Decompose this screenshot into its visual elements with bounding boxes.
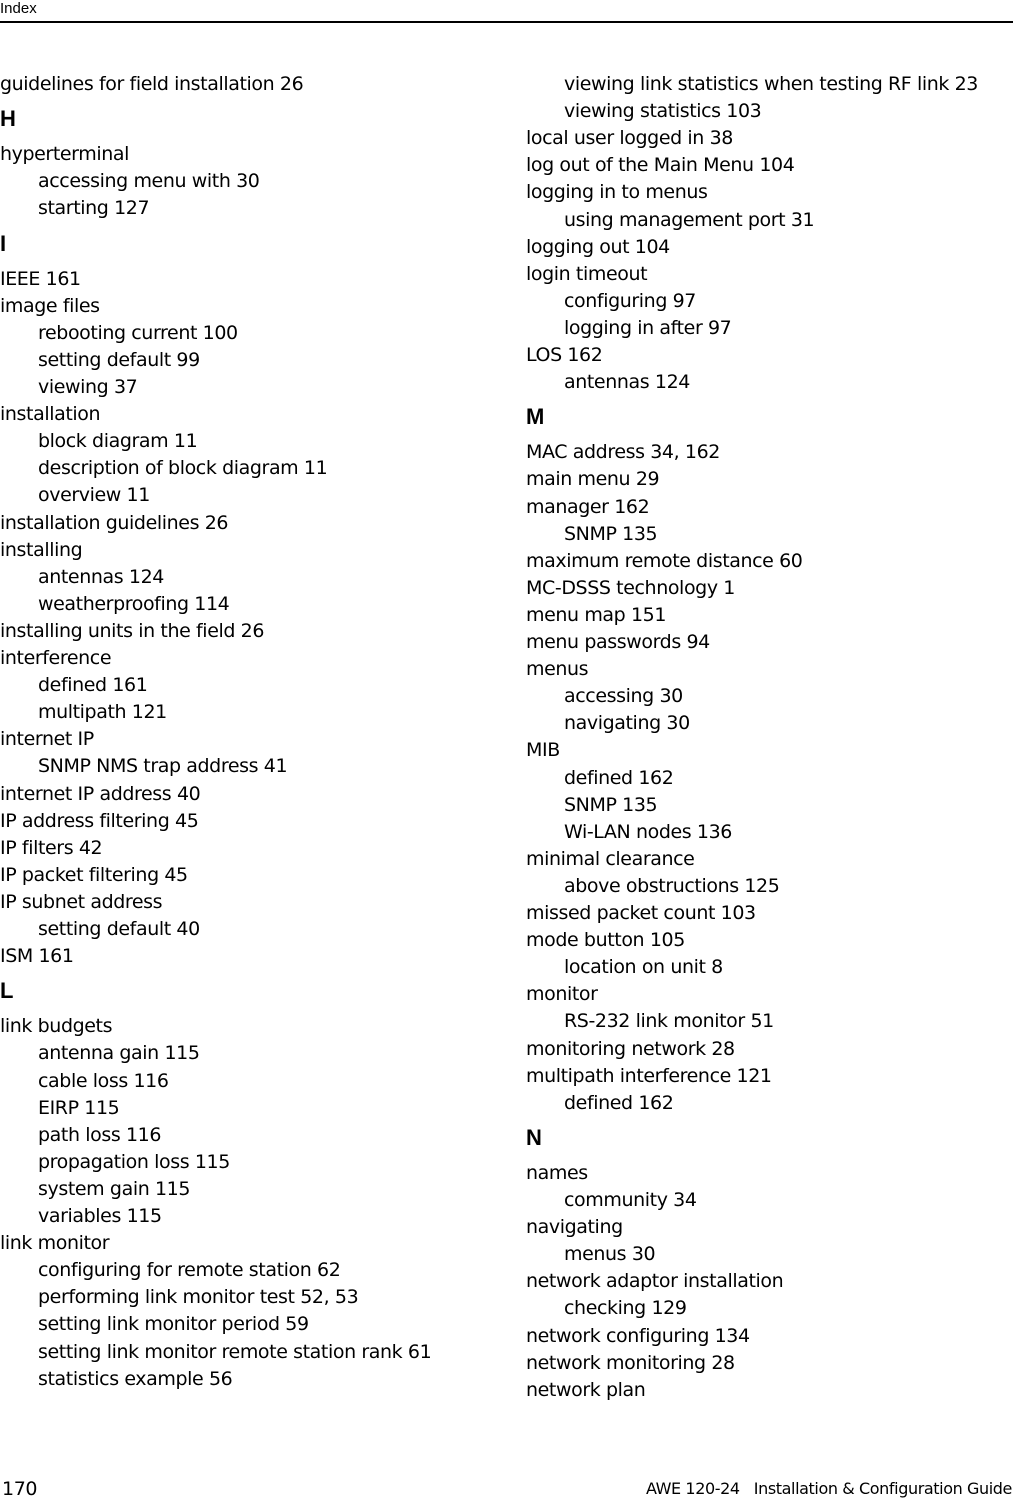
index-subentry: cable loss 116 <box>38 1069 169 1092</box>
index-subentry: propagation loss 115 <box>38 1150 230 1173</box>
index-entry: guidelines for field installation 26 <box>0 73 304 95</box>
index-subentry: configuring 97 <box>564 289 696 312</box>
running-header-title: Index <box>0 0 37 17</box>
index-subentry: using management port 31 <box>564 208 815 231</box>
index-subentry: SNMP NMS trap address 41 <box>38 755 288 778</box>
index-subentry: community 34 <box>564 1189 697 1211</box>
index-subentry: navigating 30 <box>564 712 690 735</box>
index-subentry: viewing statistics 103 <box>564 100 762 123</box>
index-subentry: defined 162 <box>564 766 674 789</box>
index-entry: menu passwords 94 <box>526 631 710 653</box>
page-number: 170 <box>2 1478 38 1500</box>
index-entry: internet IP <box>0 728 94 751</box>
index-subentry: defined 161 <box>38 674 148 697</box>
index-subentry: accessing 30 <box>564 685 683 708</box>
index-subentry: system gain 115 <box>38 1177 191 1200</box>
index-letter-heading: M <box>526 404 545 430</box>
index-entry: installing units in the field 26 <box>0 619 265 642</box>
index-subentry: setting link monitor period 59 <box>38 1313 309 1336</box>
index-entry: IEEE 161 <box>0 267 81 290</box>
index-entry: menus <box>526 658 589 681</box>
index-subentry: SNMP 135 <box>564 793 658 816</box>
index-entry: network adaptor installation <box>526 1270 784 1293</box>
index-subentry: viewing link statistics when testing RF … <box>564 73 978 95</box>
index-subentry: SNMP 135 <box>564 522 658 545</box>
index-entry: ISM 161 <box>0 945 74 968</box>
index-entry: minimal clearance <box>526 847 695 870</box>
index-entry: logging out 104 <box>526 235 670 258</box>
index-subentry: Wi-LAN nodes 136 <box>564 820 732 843</box>
index-entry: link monitor <box>0 1232 110 1255</box>
index-entry: network monitoring 28 <box>526 1351 735 1374</box>
index-entry: MC-DSSS technology 1 <box>526 576 735 599</box>
index-letter-heading: N <box>526 1124 542 1150</box>
index-subentry: weatherproofing 114 <box>38 592 230 615</box>
index-entry: monitor <box>526 983 598 1006</box>
index-entry: maximum remote distance 60 <box>526 549 803 572</box>
index-letter-heading: L <box>0 978 14 1004</box>
index-subentry: overview 11 <box>38 484 150 507</box>
index-entry: IP address filtering 45 <box>0 809 199 832</box>
index-letter-heading: H <box>0 106 16 132</box>
index-entry: monitoring network 28 <box>526 1037 735 1060</box>
index-subentry: starting 127 <box>38 197 150 220</box>
index-entry: network configuring 134 <box>526 1324 750 1347</box>
index-entry: installation guidelines 26 <box>0 511 229 534</box>
index-entry: main menu 29 <box>526 468 660 491</box>
index-letter-heading: I <box>0 230 7 256</box>
index-entry: navigating <box>526 1216 623 1239</box>
index-subentry: setting default 99 <box>38 348 200 371</box>
index-subentry: RS-232 link monitor 51 <box>564 1010 774 1033</box>
index-entry: installing <box>0 538 83 561</box>
index-subentry: location on unit 8 <box>564 956 723 979</box>
index-subentry: antennas 124 <box>564 371 690 394</box>
index-entry: internet IP address 40 <box>0 782 201 805</box>
index-subentry: statistics example 56 <box>38 1367 233 1390</box>
index-entry: LOS 162 <box>526 344 603 366</box>
index-subentry: configuring for remote station 62 <box>38 1259 341 1282</box>
index-entry: installation <box>0 403 101 426</box>
index-subentry: setting default 40 <box>38 918 200 940</box>
index-entry: link budgets <box>0 1015 113 1038</box>
index-entry: MIB <box>526 739 560 762</box>
index-entry: login timeout <box>526 262 648 285</box>
index-subentry: EIRP 115 <box>38 1096 120 1119</box>
index-entry: names <box>526 1161 588 1184</box>
index-subentry: path loss 116 <box>38 1123 162 1146</box>
index-subentry: setting link monitor remote station rank… <box>38 1340 432 1363</box>
index-subentry: accessing menu with 30 <box>38 170 260 193</box>
index-subentry: description of block diagram 11 <box>38 457 328 480</box>
index-subentry: menus 30 <box>564 1243 656 1266</box>
index-subentry: checking 129 <box>564 1297 687 1320</box>
index-subentry: antenna gain 115 <box>38 1042 200 1065</box>
index-entry: interference <box>0 647 112 669</box>
index-entry: hyperterminal <box>0 143 130 166</box>
index-subentry: performing link monitor test 52, 53 <box>38 1286 359 1309</box>
index-entry: IP packet filtering 45 <box>0 863 188 886</box>
header-rule <box>0 21 1013 23</box>
index-subentry: above obstructions 125 <box>564 874 780 897</box>
index-entry: image files <box>0 294 100 317</box>
index-subentry: multipath 121 <box>38 701 167 724</box>
index-subentry: block diagram 11 <box>38 430 198 453</box>
index-entry: IP subnet address <box>0 890 163 913</box>
index-entry: log out of the Main Menu 104 <box>526 154 795 177</box>
index-entry: multipath interference 121 <box>526 1064 772 1087</box>
index-entry: manager 162 <box>526 495 650 518</box>
index-subentry: logging in after 97 <box>564 316 732 339</box>
index-entry: mode button 105 <box>526 929 685 952</box>
index-subentry: variables 115 <box>38 1205 162 1227</box>
index-subentry: antennas 124 <box>38 565 164 588</box>
index-entry: missed packet count 103 <box>526 902 756 924</box>
footer-guide-title: AWE 120-24 Installation & Configuration … <box>645 1479 1012 1498</box>
index-entry: menu map 151 <box>526 603 667 626</box>
index-entry: logging in to menus <box>526 181 708 204</box>
index-entry: local user logged in 38 <box>526 127 733 150</box>
index-entry: MAC address 34, 162 <box>526 441 720 464</box>
index-entry: IP filters 42 <box>0 836 103 859</box>
index-subentry: rebooting current 100 <box>38 321 238 344</box>
index-subentry: defined 162 <box>564 1091 674 1114</box>
index-subentry: viewing 37 <box>38 376 138 398</box>
index-entry: network plan <box>526 1378 646 1401</box>
